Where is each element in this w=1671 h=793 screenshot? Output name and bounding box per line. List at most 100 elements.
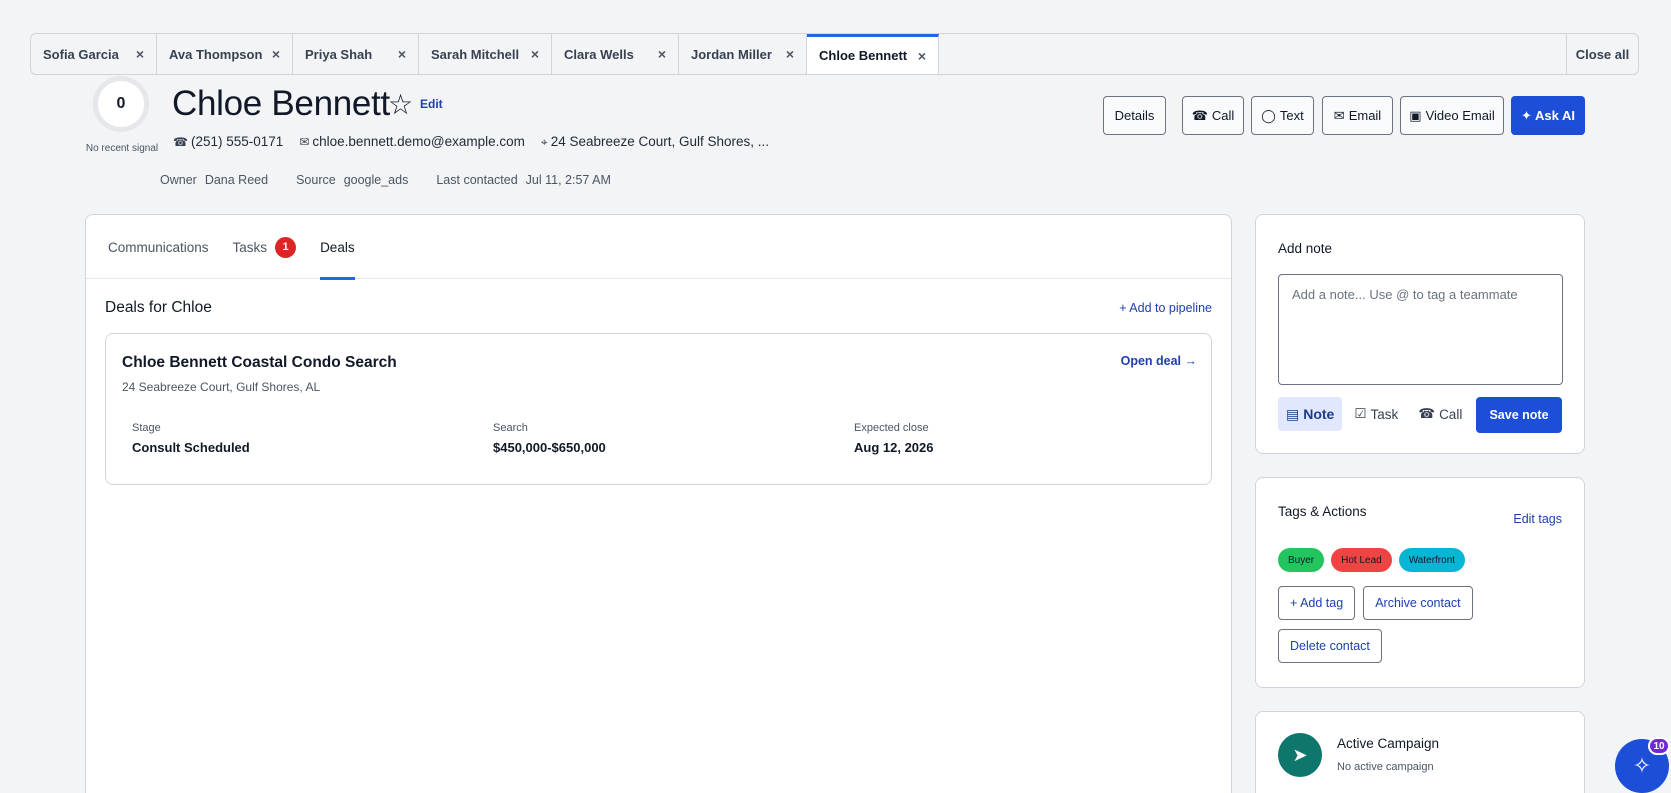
expected-close-label: Expected close — [854, 422, 929, 434]
source-field: Source google_ads — [296, 173, 408, 187]
tab-priya-shah[interactable]: Priya Shah × — [293, 34, 419, 74]
close-icon[interactable]: × — [658, 46, 666, 62]
deal-address: 24 Seabreeze Court, Gulf Shores, AL — [122, 380, 321, 394]
last-contacted-value: Jul 11, 2:57 AM — [525, 173, 611, 187]
tab-communications[interactable]: Communications — [108, 215, 209, 279]
email-address: chloe.bennett.demo@example.com — [312, 134, 525, 149]
address-text: 24 Seabreeze Court, Gulf Shores, ... — [550, 134, 770, 149]
star-icon[interactable]: ☆ — [388, 88, 413, 121]
close-icon[interactable]: × — [272, 46, 280, 62]
chat-bubble-icon: ◯ — [1261, 107, 1276, 123]
mail-icon: ✉ — [299, 135, 310, 149]
details-button[interactable]: Details — [1103, 96, 1166, 135]
note-textarea[interactable]: Add a note... Use @ to tag a teammate — [1278, 274, 1563, 385]
signal-label: No recent signal — [85, 143, 159, 154]
phone-icon: ☎ — [173, 135, 188, 149]
call-button[interactable]: ☎ Call — [1182, 96, 1244, 135]
address-item[interactable]: ⌖ 24 Seabreeze Court, Gulf Shores, ... — [541, 134, 769, 150]
add-note-card: Add note Add a note... Use @ to tag a te… — [1255, 214, 1585, 454]
tags-actions-title: Tags & Actions — [1278, 504, 1367, 519]
phone-icon: ☎ — [1418, 406, 1436, 421]
expected-close-value: Aug 12, 2026 — [854, 440, 934, 455]
note-type-note[interactable]: ▤ Note — [1278, 397, 1343, 431]
contact-meta-line: Owner Dana Reed Source google_ads Last con… — [160, 173, 611, 187]
tab-label: Chloe Bennett — [819, 48, 908, 63]
email-button[interactable]: ✉ Email — [1322, 96, 1393, 135]
tab-label: Sofia Garcia — [43, 46, 119, 62]
text-button[interactable]: ◯ Text — [1251, 96, 1314, 135]
deal-expected-close-field: Expected close Aug 12, 2026 — [854, 422, 934, 455]
email-item[interactable]: ✉ chloe.bennett.demo@example.com — [299, 134, 525, 150]
close-icon[interactable]: × — [136, 46, 144, 62]
close-icon[interactable]: × — [531, 46, 539, 62]
note-icon: ▤ — [1286, 405, 1300, 422]
tag-hot-lead[interactable]: Hot Lead — [1331, 548, 1392, 572]
add-tag-button[interactable]: + Add tag — [1278, 586, 1356, 620]
tab-label: Priya Shah — [305, 46, 373, 62]
tab-clara-wells[interactable]: Clara Wells × — [552, 34, 679, 74]
call-label: Call — [1211, 108, 1235, 123]
content-tabs: Communications Tasks 1 Deals — [86, 215, 1231, 280]
deal-card: Chloe Bennett Coastal Condo Search 24 Se… — [105, 333, 1212, 485]
tab-ava-thompson[interactable]: Ava Thompson × — [157, 34, 293, 74]
deals-heading: Deals for Chloe — [105, 299, 212, 316]
signal-score-ring: 0 — [93, 76, 149, 132]
tab-sofia-garcia[interactable]: Sofia Garcia × — [31, 34, 157, 74]
tab-deals[interactable]: Deals — [320, 215, 355, 280]
source-label: Source — [296, 173, 336, 187]
last-contacted-label: Last contacted — [436, 173, 518, 187]
sparkles-icon: ✧ — [1632, 753, 1652, 778]
location-pin-icon: ⌖ — [540, 135, 548, 149]
open-deal-link[interactable]: Open deal → — [1121, 354, 1197, 368]
delete-contact-button[interactable]: Delete contact — [1278, 629, 1382, 663]
active-campaign-card: ➤ Active Campaign No active campaign — [1255, 711, 1585, 793]
contact-name: Chloe Bennett — [172, 84, 390, 123]
source-value: google_ads — [343, 173, 409, 187]
last-contacted-field: Last contacted Jul 11, 2:57 AM — [436, 173, 611, 187]
tab-communications-label: Communications — [108, 239, 209, 255]
tag-list: Buyer Hot Lead Waterfront — [1278, 548, 1466, 572]
contact-tab-bar: Sofia Garcia × Ava Thompson × Priya Shah… — [30, 33, 1639, 75]
tag-waterfront[interactable]: Waterfront — [1398, 548, 1466, 572]
text-label: Text — [1279, 108, 1304, 123]
note-type-task[interactable]: ☑ Task — [1346, 397, 1406, 431]
tab-label: Jordan Miller — [691, 46, 772, 62]
deals-panel: Communications Tasks 1 Deals Deals for C… — [85, 214, 1232, 793]
note-type-call-label: Call — [1439, 406, 1463, 422]
tab-label: Ava Thompson — [169, 46, 263, 62]
save-note-button[interactable]: Save note — [1476, 397, 1562, 433]
contact-actions: + Add tag Archive contact Delete contact — [1278, 586, 1568, 663]
phone-item[interactable]: ☎ (251) 555-0171 — [173, 134, 283, 150]
edit-tags-link[interactable]: Edit tags — [1513, 512, 1562, 526]
note-type-task-label: Task — [1370, 406, 1399, 422]
ask-ai-button[interactable]: ✦ Ask AI — [1511, 96, 1585, 135]
archive-contact-button[interactable]: Archive contact — [1363, 586, 1473, 620]
search-label: Search — [493, 422, 528, 434]
tab-tasks[interactable]: Tasks 1 — [233, 215, 297, 279]
send-icon: ➤ — [1278, 733, 1322, 777]
tag-buyer[interactable]: Buyer — [1278, 548, 1325, 572]
owner-label: Owner — [160, 173, 197, 187]
tab-jordan-miller[interactable]: Jordan Miller × — [679, 34, 807, 74]
tab-sarah-mitchell[interactable]: Sarah Mitchell × — [419, 34, 552, 74]
close-icon[interactable]: × — [918, 48, 926, 64]
tab-chloe-bennett[interactable]: Chloe Bennett × — [807, 34, 939, 74]
note-type-call[interactable]: ☎ Call — [1410, 397, 1470, 431]
note-type-selector: ▤ Note ☑ Task ☎ Call — [1278, 397, 1470, 431]
mail-icon: ✉ — [1333, 107, 1345, 123]
close-all-button[interactable]: Close all — [1566, 34, 1638, 74]
fab-notification-badge: 10 — [1648, 737, 1670, 755]
add-to-pipeline-link[interactable]: + Add to pipeline — [1119, 301, 1212, 315]
deal-stage-field: Stage Consult Scheduled — [132, 422, 250, 455]
tab-tasks-label: Tasks — [232, 239, 268, 255]
email-label: Email — [1348, 108, 1382, 123]
tags-actions-card: Tags & Actions Edit tags Buyer Hot Lead … — [1255, 477, 1585, 688]
details-label: Details — [1114, 108, 1155, 123]
tab-label: Clara Wells — [564, 46, 634, 62]
tab-label: Sarah Mitchell — [431, 46, 520, 62]
close-icon[interactable]: × — [398, 46, 406, 62]
close-icon[interactable]: × — [786, 46, 794, 62]
edit-contact-link[interactable]: Edit — [420, 97, 443, 111]
video-email-button[interactable]: ▣ Video Email — [1400, 96, 1504, 135]
video-icon: ▣ — [1409, 107, 1422, 123]
